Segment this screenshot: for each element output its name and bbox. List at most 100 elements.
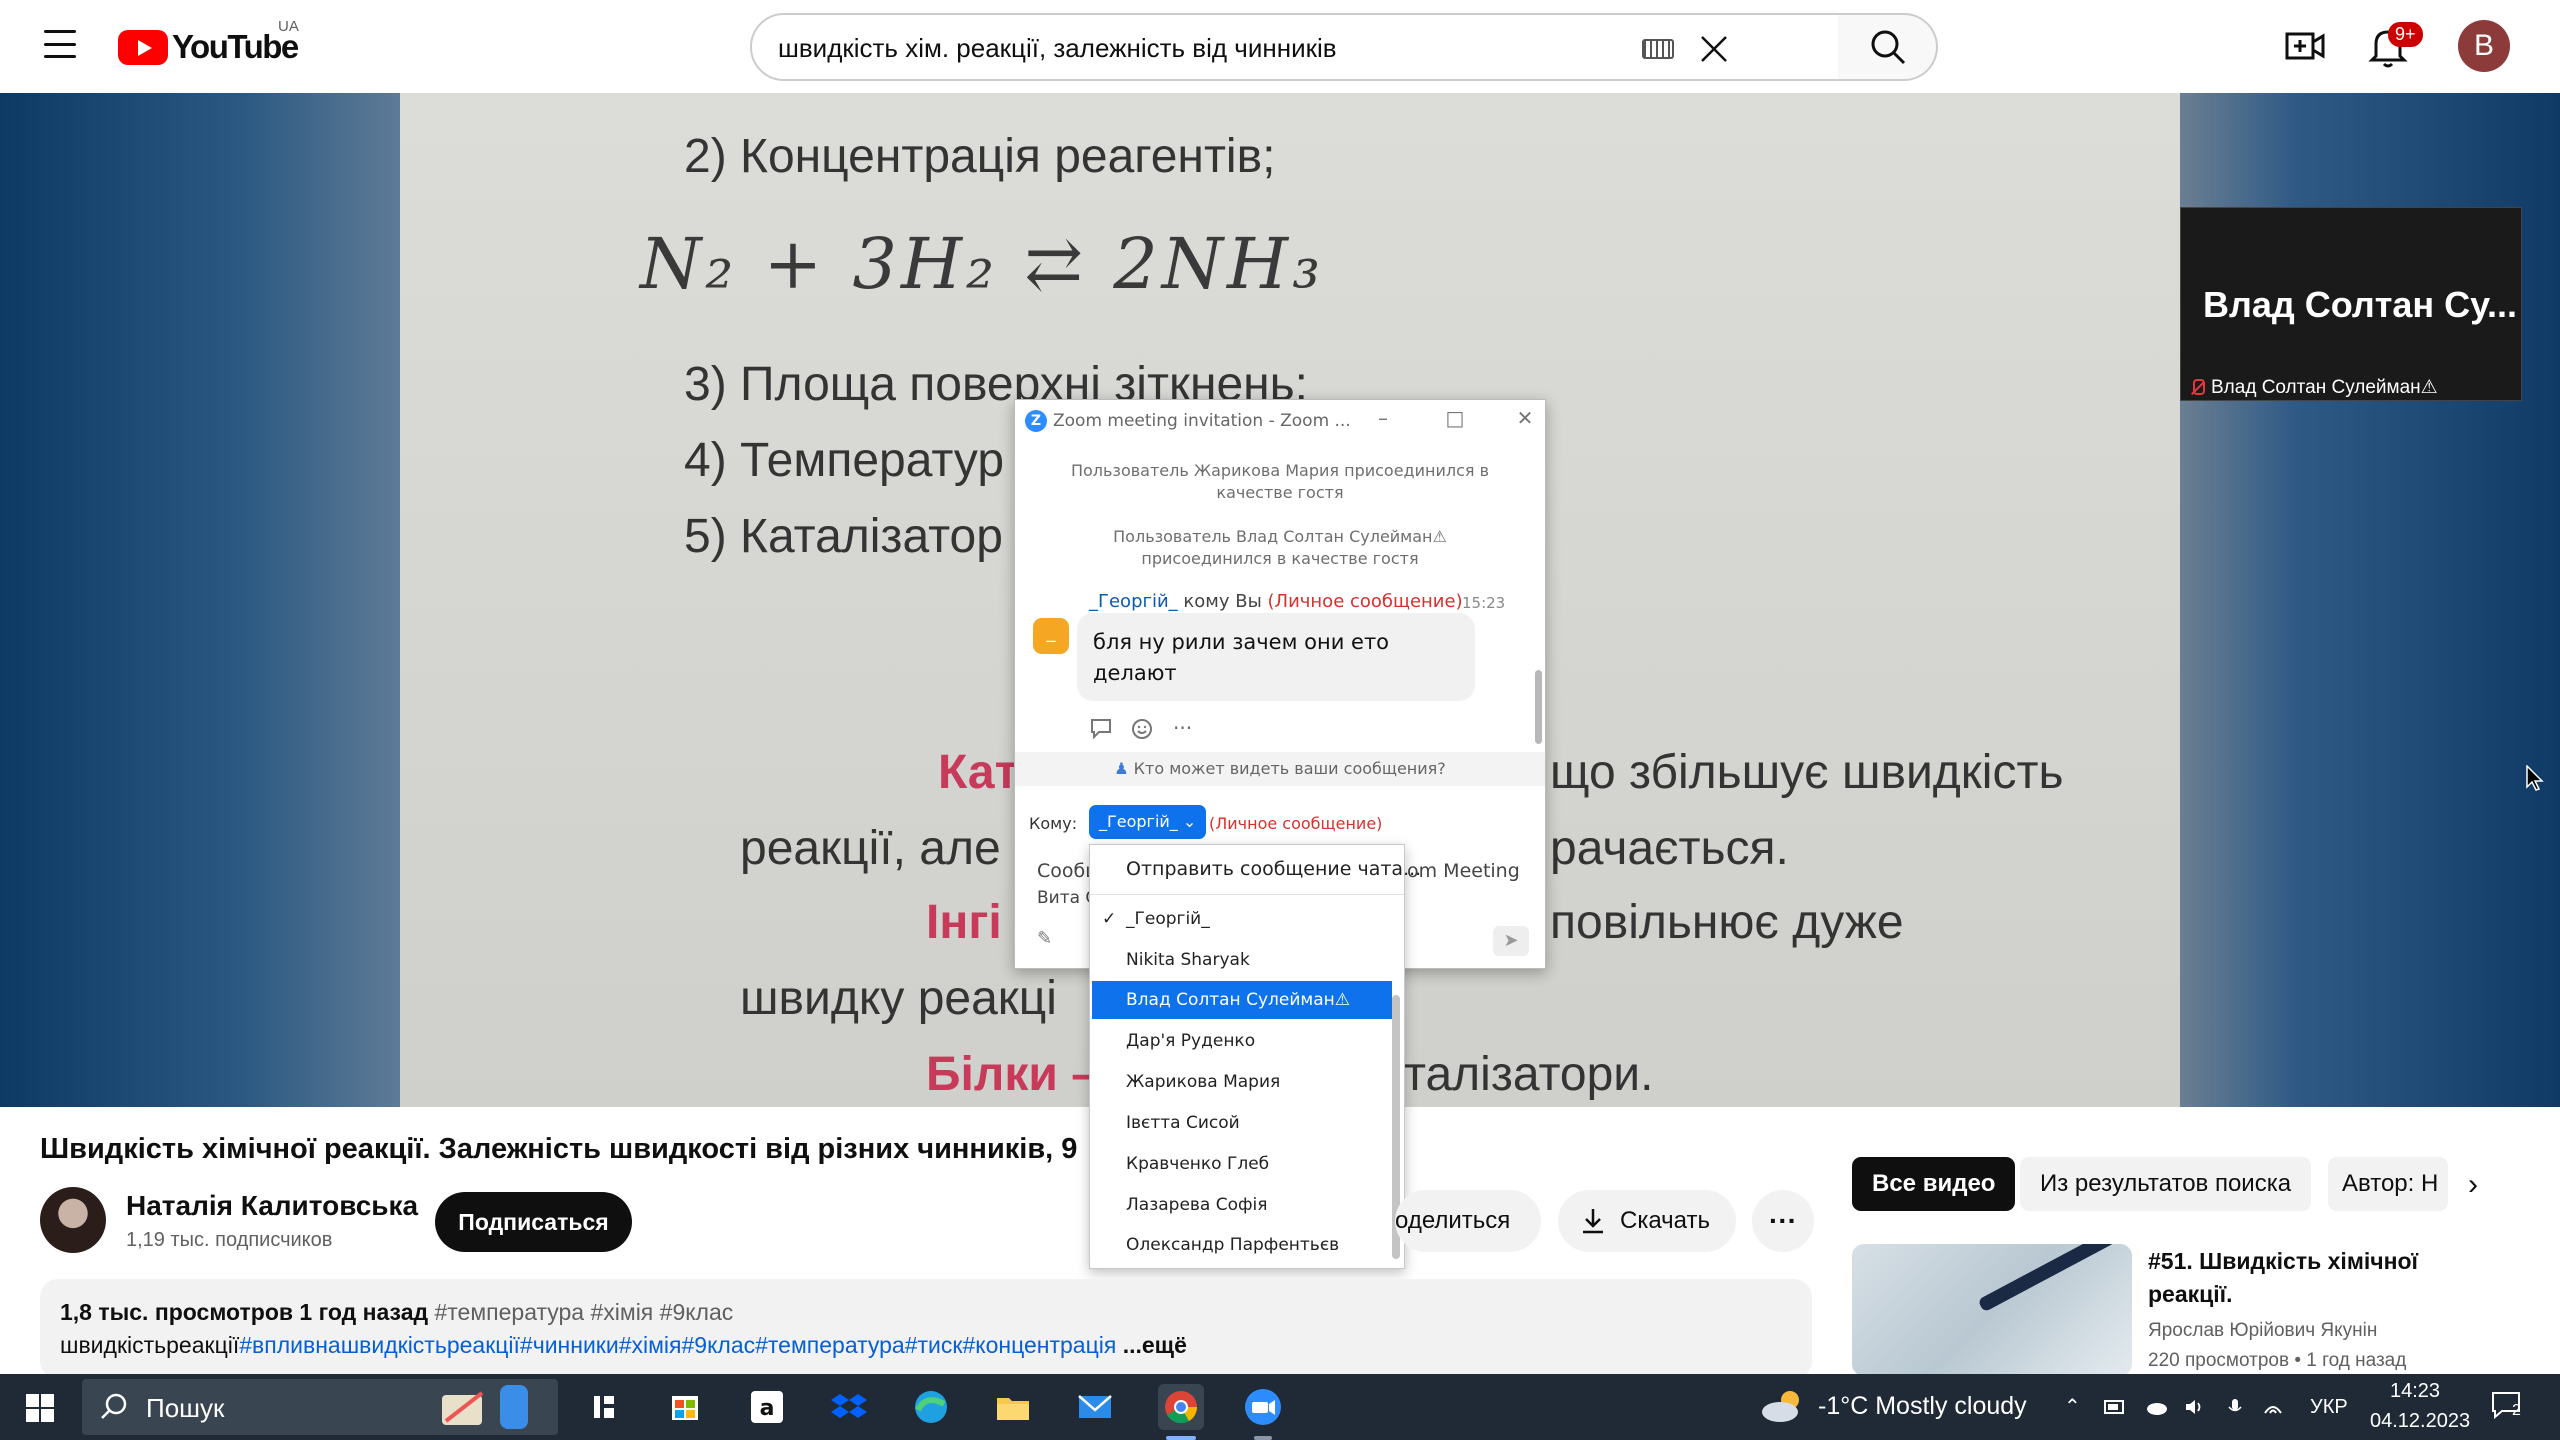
windows-taskbar: Пошук a -1°C Mostly cloudy ⌃ УКР 14:23 0…: [0, 1374, 2560, 1440]
dropdown-item-zharikova[interactable]: Жарикова Мария: [1092, 1063, 1392, 1101]
top-hashtags[interactable]: #температура #хімія #9клас: [434, 1299, 733, 1325]
volume-icon[interactable]: [2184, 1398, 2206, 1416]
search-input[interactable]: швидкість хім. реакції, залежність від ч…: [750, 13, 1840, 81]
windows-start-icon[interactable]: [26, 1394, 54, 1422]
wifi-icon[interactable]: [2262, 1398, 2284, 1416]
minimize-icon[interactable]: –: [1369, 406, 1397, 434]
amazon-icon[interactable]: a: [744, 1384, 790, 1430]
keyboard-icon[interactable]: [1642, 39, 1674, 59]
onedrive-cloud-icon[interactable]: [2146, 1398, 2168, 1416]
chrome-active-indicator: [1166, 1436, 1196, 1440]
dropdown-item-ivetta[interactable]: Івєтта Сисой: [1092, 1104, 1392, 1142]
file-explorer-icon[interactable]: [990, 1384, 1036, 1430]
mail-icon[interactable]: [1072, 1384, 1118, 1430]
dropdown-item-lazareva[interactable]: Лазарева Софія: [1092, 1186, 1392, 1224]
dropdown-item-nikita[interactable]: Nikita Sharyak: [1092, 941, 1392, 979]
dropdown-item-kravchenko[interactable]: Кравченко Глеб: [1092, 1145, 1392, 1183]
dropdown-item-label: Олександр Парфентьєв: [1126, 1235, 1340, 1255]
microphone-icon[interactable]: [2224, 1398, 2246, 1416]
recipient-dropdown[interactable]: Отправить сообщение чата... ✓ _Георгій_ …: [1089, 844, 1421, 1269]
dropdown-item-label: Жарикова Мария: [1126, 1072, 1281, 1092]
battery-icon[interactable]: [2104, 1398, 2126, 1416]
share-button[interactable]: оделиться: [1395, 1190, 1541, 1252]
microphone-muted-icon: [2189, 378, 2205, 397]
system-message-join-1: Пользователь Жарикова Мария присоединилс…: [1070, 461, 1490, 502]
chevron-up-icon[interactable]: ⌃: [2064, 1394, 2081, 1419]
dropdown-item-label: Влад Солтан Сулейман⚠: [1126, 990, 1350, 1010]
format-text-icon[interactable]: ✎: [1037, 928, 1059, 949]
show-more-link[interactable]: ...ещё: [1116, 1332, 1187, 1358]
zoom-window-title: Zoom meeting invitation - Zoom ...: [1053, 411, 1351, 431]
clear-search-icon[interactable]: [1694, 29, 1734, 69]
weather-text[interactable]: -1°C Mostly cloudy: [1818, 1392, 2027, 1421]
recipient-select[interactable]: _Георгій_ ⌄: [1089, 805, 1207, 839]
zoom-taskbar-button[interactable]: [1240, 1384, 1286, 1430]
dropdown-send-to-chat[interactable]: Отправить сообщение чата...: [1090, 845, 1421, 895]
message-bubble[interactable]: бля ну рили зачем они ето делают: [1077, 613, 1475, 701]
download-button[interactable]: Скачать: [1558, 1190, 1736, 1252]
dropdown-item-georgii[interactable]: ✓ _Георгій_: [1092, 900, 1392, 938]
chevron-right-icon[interactable]: ›: [2468, 1168, 2498, 1201]
participant-video-tile[interactable]: Влад Солтан Су... Влад Солтан Сулейман⚠: [2180, 207, 2522, 401]
dropdown-item-parfentyev[interactable]: Олександр Парфентьєв: [1092, 1226, 1392, 1264]
chip-from-search[interactable]: Из результатов поиска: [2020, 1157, 2312, 1211]
notification-center-button[interactable]: 2: [2490, 1390, 2530, 1424]
youtube-logo[interactable]: YouTube UA: [118, 18, 299, 66]
subscribe-button[interactable]: Подписаться: [435, 1192, 632, 1252]
message-sender-name[interactable]: _Георгій_: [1089, 591, 1178, 612]
participant-label-text: Влад Солтан Сулейман⚠: [2211, 377, 2438, 398]
weather-cloud-icon: [1762, 1391, 1799, 1422]
channel-name[interactable]: Наталія Калитовська: [126, 1190, 418, 1222]
participant-display-name: Влад Солтан Су...: [2203, 284, 2517, 325]
board-reaction-left: реакції, але: [740, 822, 1001, 875]
zoom-title-bar[interactable]: Z Zoom meeting invitation - Zoom ... – □…: [1015, 400, 1545, 438]
thumbnail-pen-graphic: [1977, 1244, 2117, 1313]
add-reaction-icon[interactable]: [1131, 716, 1155, 740]
create-video-icon[interactable]: [2285, 28, 2325, 64]
board-reaction-right: рачається.: [1550, 822, 1789, 875]
dropdown-item-darya[interactable]: Дар'я Руденко: [1092, 1022, 1392, 1060]
dropdown-item-vlad[interactable]: Влад Солтан Сулейман⚠: [1092, 981, 1392, 1019]
description-hashtags[interactable]: #впливнашвидкістьреакції#чинники#хімія#9…: [239, 1332, 1116, 1358]
zoom-logo-icon: Z: [1025, 410, 1047, 432]
search-button[interactable]: [1838, 13, 1938, 81]
recommended-video-thumbnail[interactable]: [1852, 1244, 2132, 1376]
chat-scrollbar[interactable]: [1535, 670, 1542, 744]
more-actions-icon[interactable]: ···: [1173, 716, 1192, 740]
chrome-taskbar-button[interactable]: [1158, 1384, 1204, 1430]
clock-time[interactable]: 14:23: [2390, 1380, 2440, 1403]
chip-all-videos[interactable]: Все видео: [1852, 1157, 2016, 1211]
clock-date[interactable]: 04.12.2023: [2370, 1410, 2470, 1433]
taskbar-search-input[interactable]: Пошук: [82, 1379, 558, 1435]
video-background-left: [0, 93, 400, 1107]
recipient-select-value: _Георгій_: [1099, 812, 1178, 831]
account-avatar[interactable]: B: [2458, 20, 2510, 72]
microsoft-store-icon[interactable]: [662, 1384, 708, 1430]
youtube-header: YouTube UA швидкість хім. реакції, залеж…: [0, 0, 2560, 93]
board-catalyst-start: Кат: [938, 746, 1019, 799]
channel-avatar[interactable]: [40, 1187, 106, 1253]
more-options-icon[interactable]: ···: [1752, 1190, 1814, 1252]
input-language[interactable]: УКР: [2310, 1396, 2348, 1419]
dropbox-icon[interactable]: [826, 1384, 872, 1430]
recommended-video-channel[interactable]: Ярослав Юрійович Якунін: [2148, 1320, 2377, 1342]
message-actions: ···: [1089, 716, 1192, 740]
close-icon[interactable]: ✕: [1511, 406, 1539, 434]
private-message-label: (Личное сообщение): [1267, 591, 1463, 612]
description-box[interactable]: 1,8 тыс. просмотров 1 год назад #темпера…: [40, 1279, 1812, 1379]
menu-icon[interactable]: [44, 30, 76, 58]
search-icon: [1871, 30, 1906, 65]
send-icon[interactable]: ➤: [1493, 926, 1529, 956]
recipient-label: Кому:: [1029, 814, 1078, 833]
system-message-join-2: Пользователь Влад Солтан Сулейман⚠ присо…: [1113, 527, 1447, 568]
reply-icon[interactable]: [1089, 717, 1113, 739]
chip-author[interactable]: Автор: Н: [2328, 1157, 2448, 1211]
recipient-private-label: (Личное сообщение): [1209, 814, 1383, 833]
message-visibility-link[interactable]: ♟ Кто может видеть ваши сообщения?: [1015, 752, 1545, 786]
check-icon: ✓: [1102, 909, 1117, 929]
recommended-video-title[interactable]: #51. Швидкість хімічної реакції.: [2148, 1245, 2448, 1311]
edge-browser-icon[interactable]: [908, 1384, 954, 1430]
maximize-icon[interactable]: □: [1441, 406, 1469, 434]
task-view-icon[interactable]: [580, 1384, 626, 1430]
message-time: 15:23: [1462, 594, 1506, 612]
